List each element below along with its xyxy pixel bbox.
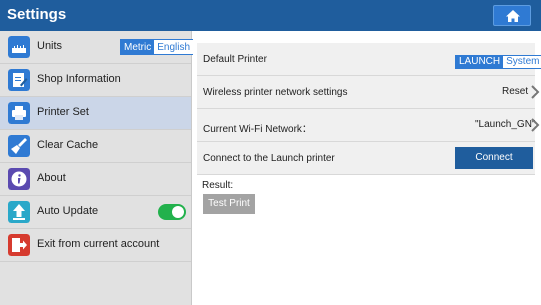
sidebar-item-label: Exit from current account <box>37 238 160 250</box>
sidebar-item-label: Printer Set <box>37 106 89 118</box>
sidebar-item-units[interactable]: Units Metric English <box>0 31 195 64</box>
launch-option[interactable]: LAUNCH <box>456 56 504 68</box>
connect-button[interactable]: Connect <box>455 147 533 169</box>
units-toggle[interactable]: Metric English <box>120 39 195 55</box>
metric-option[interactable]: Metric <box>121 40 155 54</box>
wifi-network-row[interactable]: Current Wi-Fi Network： "Launch_GN" <box>197 109 540 142</box>
default-printer-label: Default Printer <box>203 54 267 65</box>
auto-update-toggle[interactable] <box>158 204 186 220</box>
broom-icon <box>8 135 30 157</box>
page-title: Settings <box>7 6 67 23</box>
connect-printer-row: Connect to the Launch printer Connect <box>197 142 535 175</box>
toggle-knob <box>172 206 184 218</box>
result-label: Result: <box>202 180 234 191</box>
exit-icon <box>8 234 30 256</box>
upload-arrow-icon <box>8 201 30 223</box>
printer-settings-panel: Default Printer LAUNCH System Wireless p… <box>193 31 541 305</box>
settings-sidebar: Units Metric English Shop Information Pr… <box>0 31 195 305</box>
default-printer-selector[interactable]: LAUNCH System <box>455 55 541 69</box>
info-icon <box>8 168 30 190</box>
sidebar-item-exit[interactable]: Exit from current account <box>0 229 191 262</box>
wifi-network-label: Current Wi-Fi Network： <box>203 124 312 135</box>
title-bar: Settings <box>0 0 541 31</box>
home-button[interactable] <box>493 5 531 26</box>
system-option[interactable]: System <box>503 56 541 68</box>
sidebar-item-about[interactable]: About <box>0 163 191 196</box>
connect-printer-label: Connect to the Launch printer <box>203 153 335 164</box>
sidebar-item-clear-cache[interactable]: Clear Cache <box>0 130 191 163</box>
reset-value: Reset <box>502 86 529 97</box>
default-printer-row: Default Printer LAUNCH System <box>197 43 541 76</box>
wireless-settings-row[interactable]: Wireless printer network settings Reset <box>197 76 540 109</box>
wifi-network-value: "Launch_GN" <box>475 119 536 130</box>
sidebar-item-label: About <box>37 172 66 184</box>
test-print-button[interactable]: Test Print <box>203 194 255 214</box>
sidebar-item-label: Units <box>37 40 63 52</box>
ruler-icon <box>8 36 30 58</box>
english-option[interactable]: English <box>154 40 194 54</box>
printer-icon <box>8 102 30 124</box>
home-icon <box>506 10 520 22</box>
sidebar-item-label: Auto Update <box>37 205 99 217</box>
sidebar-item-printer-set[interactable]: Printer Set <box>0 97 191 130</box>
edit-document-icon <box>8 69 30 91</box>
chevron-right-icon <box>531 85 540 99</box>
sidebar-item-label: Shop Information <box>37 73 121 85</box>
chevron-right-icon <box>531 118 540 132</box>
sidebar-item-label: Clear Cache <box>37 139 99 151</box>
sidebar-item-shop-information[interactable]: Shop Information <box>0 64 191 97</box>
wireless-settings-label: Wireless printer network settings <box>203 87 348 98</box>
sidebar-item-auto-update[interactable]: Auto Update <box>0 196 191 229</box>
